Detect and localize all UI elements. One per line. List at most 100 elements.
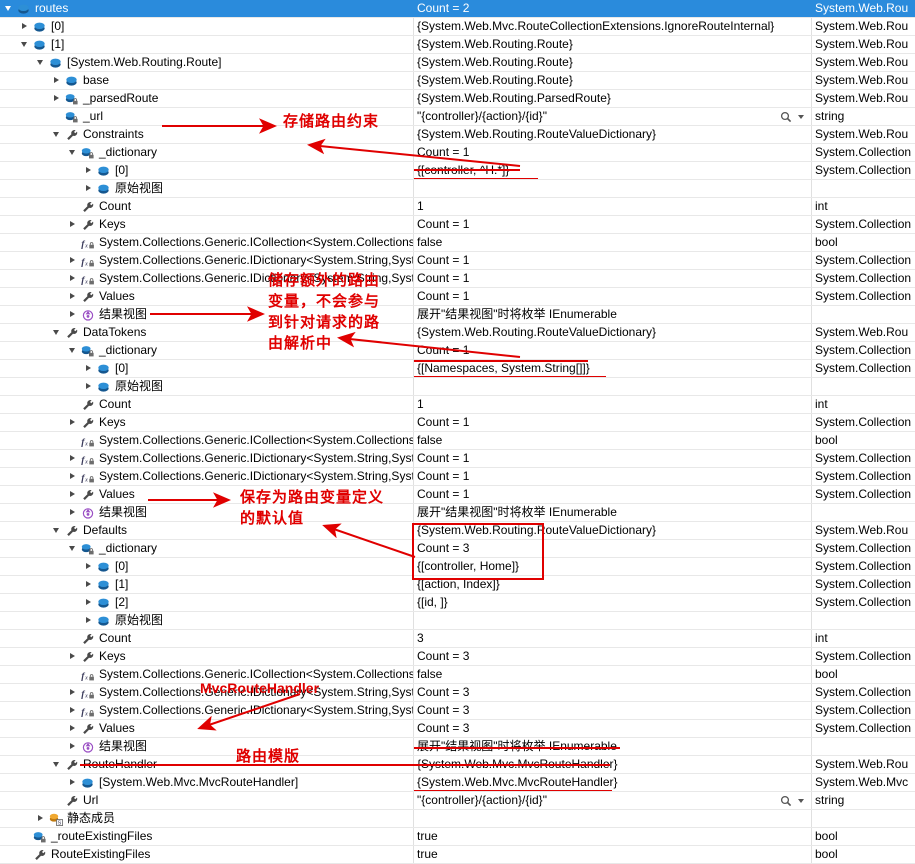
chevron-right-icon[interactable] [68,504,79,521]
tree-row-name-cell[interactable]: Keys [0,648,413,665]
tree-row-name-cell[interactable]: Count [0,630,413,647]
tree-row[interactable]: Count 1 int [0,198,915,216]
tree-row-name-cell[interactable]: 结果视图 [0,738,413,755]
tree-row[interactable]: f x System.Collections.Generic.IDictionary… [0,270,915,288]
tree-row-name-cell[interactable]: f x System.Collections.Generic.IDictionary… [0,684,413,701]
tree-row-value-cell[interactable]: false [414,234,810,251]
tree-row-value-cell[interactable]: Count = 1 [414,288,810,305]
chevron-right-icon[interactable] [84,378,95,395]
tree-row[interactable]: routes Count = 2 System.Web.Rou [0,0,915,18]
tree-row[interactable]: [System.Web.Routing.Route] {System.Web.Ro… [0,54,915,72]
tree-row-value-cell[interactable] [414,180,810,197]
tree-row[interactable]: f x System.Collections.Generic.ICollection… [0,666,915,684]
tree-row-value-cell[interactable]: 3 [414,630,810,647]
tree-row-value-cell[interactable]: "{controller}/{action}/{id}" [414,108,810,125]
tree-row-value-cell[interactable]: Count = 3 [414,540,810,557]
tree-row[interactable]: RouteHandler {System.Web.Mvc.MvcRouteHand… [0,756,915,774]
tree-row[interactable]: Url "{controller}/{action}/{id}" string [0,792,915,810]
chevron-down-icon[interactable] [68,144,79,161]
tree-row-name-cell[interactable]: Keys [0,216,413,233]
tree-row-value-cell[interactable]: false [414,666,810,683]
tree-row[interactable]: 结果视图 展开"结果视图"时将枚举 IEnumerable [0,306,915,324]
tree-row-name-cell[interactable]: _routeExistingFiles [0,828,413,845]
tree-row-name-cell[interactable]: [0] [0,360,413,377]
tree-row-value-cell[interactable]: 1 [414,396,810,413]
tree-row-name-cell[interactable]: _dictionary [0,144,413,161]
tree-row[interactable]: f x System.Collections.Generic.IDictionary… [0,468,915,486]
tree-row[interactable]: Keys Count = 1 System.Collection [0,414,915,432]
debugger-watch-tree[interactable]: routes Count = 2 System.Web.Rou [0] {System.… [0,0,915,864]
tree-row-name-cell[interactable]: f x System.Collections.Generic.IDictionary… [0,702,413,719]
tree-row-name-cell[interactable]: _parsedRoute [0,90,413,107]
tree-row[interactable]: Keys Count = 1 System.Collection [0,216,915,234]
tree-row-name-cell[interactable]: 结果视图 [0,306,413,323]
tree-row[interactable]: 原始视图 [0,612,915,630]
tree-row-name-cell[interactable]: f x System.Collections.Generic.ICollection… [0,432,413,449]
tree-row-name-cell[interactable]: _dictionary [0,540,413,557]
chevron-right-icon[interactable] [84,576,95,593]
chevron-right-icon[interactable] [68,216,79,233]
tree-row-value-cell[interactable]: {System.Web.Routing.ParsedRoute} [414,90,810,107]
chevron-right-icon[interactable] [68,468,79,485]
tree-row-name-cell[interactable]: _url [0,108,413,125]
tree-row-name-cell[interactable]: [2] [0,594,413,611]
tree-row-name-cell[interactable]: Url [0,792,413,809]
tree-row-value-cell[interactable]: Count = 1 [414,414,810,431]
tree-row-name-cell[interactable]: Constraints [0,126,413,143]
chevron-right-icon[interactable] [68,414,79,431]
tree-row-name-cell[interactable]: [System.Web.Mvc.MvcRouteHandler] [0,774,413,791]
tree-row-value-cell[interactable]: Count = 1 [414,216,810,233]
tree-row[interactable]: Keys Count = 3 System.Collection [0,648,915,666]
tree-row[interactable]: Values Count = 3 System.Collection [0,720,915,738]
tree-row[interactable]: _dictionary Count = 1 System.Collection [0,144,915,162]
tree-row[interactable]: f x System.Collections.Generic.ICollection… [0,234,915,252]
tree-row-name-cell[interactable]: DataTokens [0,324,413,341]
tree-row-name-cell[interactable]: Keys [0,414,413,431]
tree-row[interactable]: [0] {System.Web.Mvc.RouteCollectionExtens… [0,18,915,36]
tree-row-value-cell[interactable]: Count = 3 [414,684,810,701]
tree-row-value-cell[interactable]: true [414,828,810,845]
tree-row-name-cell[interactable]: [1] [0,576,413,593]
tree-row-name-cell[interactable]: f x System.Collections.Generic.IDictionary… [0,270,413,287]
chevron-down-icon[interactable] [798,799,804,803]
tree-row[interactable]: 原始视图 [0,378,915,396]
chevron-right-icon[interactable] [52,90,63,107]
tree-row-value-cell[interactable]: false [414,432,810,449]
tree-row-value-cell[interactable]: "{controller}/{action}/{id}" [414,792,810,809]
tree-row-value-cell[interactable]: Count = 1 [414,252,810,269]
tree-row-name-cell[interactable]: 原始视图 [0,612,413,629]
search-icon[interactable] [780,795,792,807]
tree-row[interactable]: [2] {[id, ]} System.Collection [0,594,915,612]
tree-row-value-cell[interactable]: {[controller, ^H.*]} [414,162,810,179]
tree-row-value-cell[interactable]: {System.Web.Mvc.MvcRouteHandler} [414,756,810,773]
tree-row-value-cell[interactable]: {[controller, Home]} [414,558,810,575]
chevron-right-icon[interactable] [84,612,95,629]
tree-row-value-cell[interactable]: {[id, ]} [414,594,810,611]
chevron-down-icon[interactable] [68,540,79,557]
tree-row-name-cell[interactable]: [1] [0,36,413,53]
tree-row[interactable]: DataTokens {System.Web.Routing.RouteValue… [0,324,915,342]
chevron-right-icon[interactable] [68,684,79,701]
tree-row-name-cell[interactable]: S 静态成员 [0,810,413,827]
tree-row-value-cell[interactable]: Count = 1 [414,270,810,287]
tree-row-name-cell[interactable]: RouteHandler [0,756,413,773]
chevron-right-icon[interactable] [68,720,79,737]
tree-row-value-cell[interactable]: {[action, Index]} [414,576,810,593]
tree-row-name-cell[interactable]: Count [0,396,413,413]
tree-row-name-cell[interactable]: Values [0,486,413,503]
chevron-right-icon[interactable] [84,594,95,611]
tree-row[interactable]: Values Count = 1 System.Collection [0,486,915,504]
chevron-right-icon[interactable] [68,306,79,323]
tree-row-value-cell[interactable]: {System.Web.Routing.Route} [414,72,810,89]
tree-row-name-cell[interactable]: [0] [0,558,413,575]
tree-row-value-cell[interactable]: {System.Web.Routing.Route} [414,36,810,53]
tree-row[interactable]: 结果视图 展开"结果视图"时将枚举 IEnumerable [0,738,915,756]
chevron-right-icon[interactable] [84,162,95,179]
tree-row-value-cell[interactable]: true [414,846,810,863]
tree-row-value-cell[interactable]: Count = 3 [414,648,810,665]
tree-row-value-cell[interactable]: Count = 1 [414,486,810,503]
tree-row-name-cell[interactable]: [0] [0,162,413,179]
tree-row-name-cell[interactable]: Values [0,288,413,305]
chevron-down-icon[interactable] [20,36,31,53]
tree-row[interactable]: base {System.Web.Routing.Route} System.Web… [0,72,915,90]
